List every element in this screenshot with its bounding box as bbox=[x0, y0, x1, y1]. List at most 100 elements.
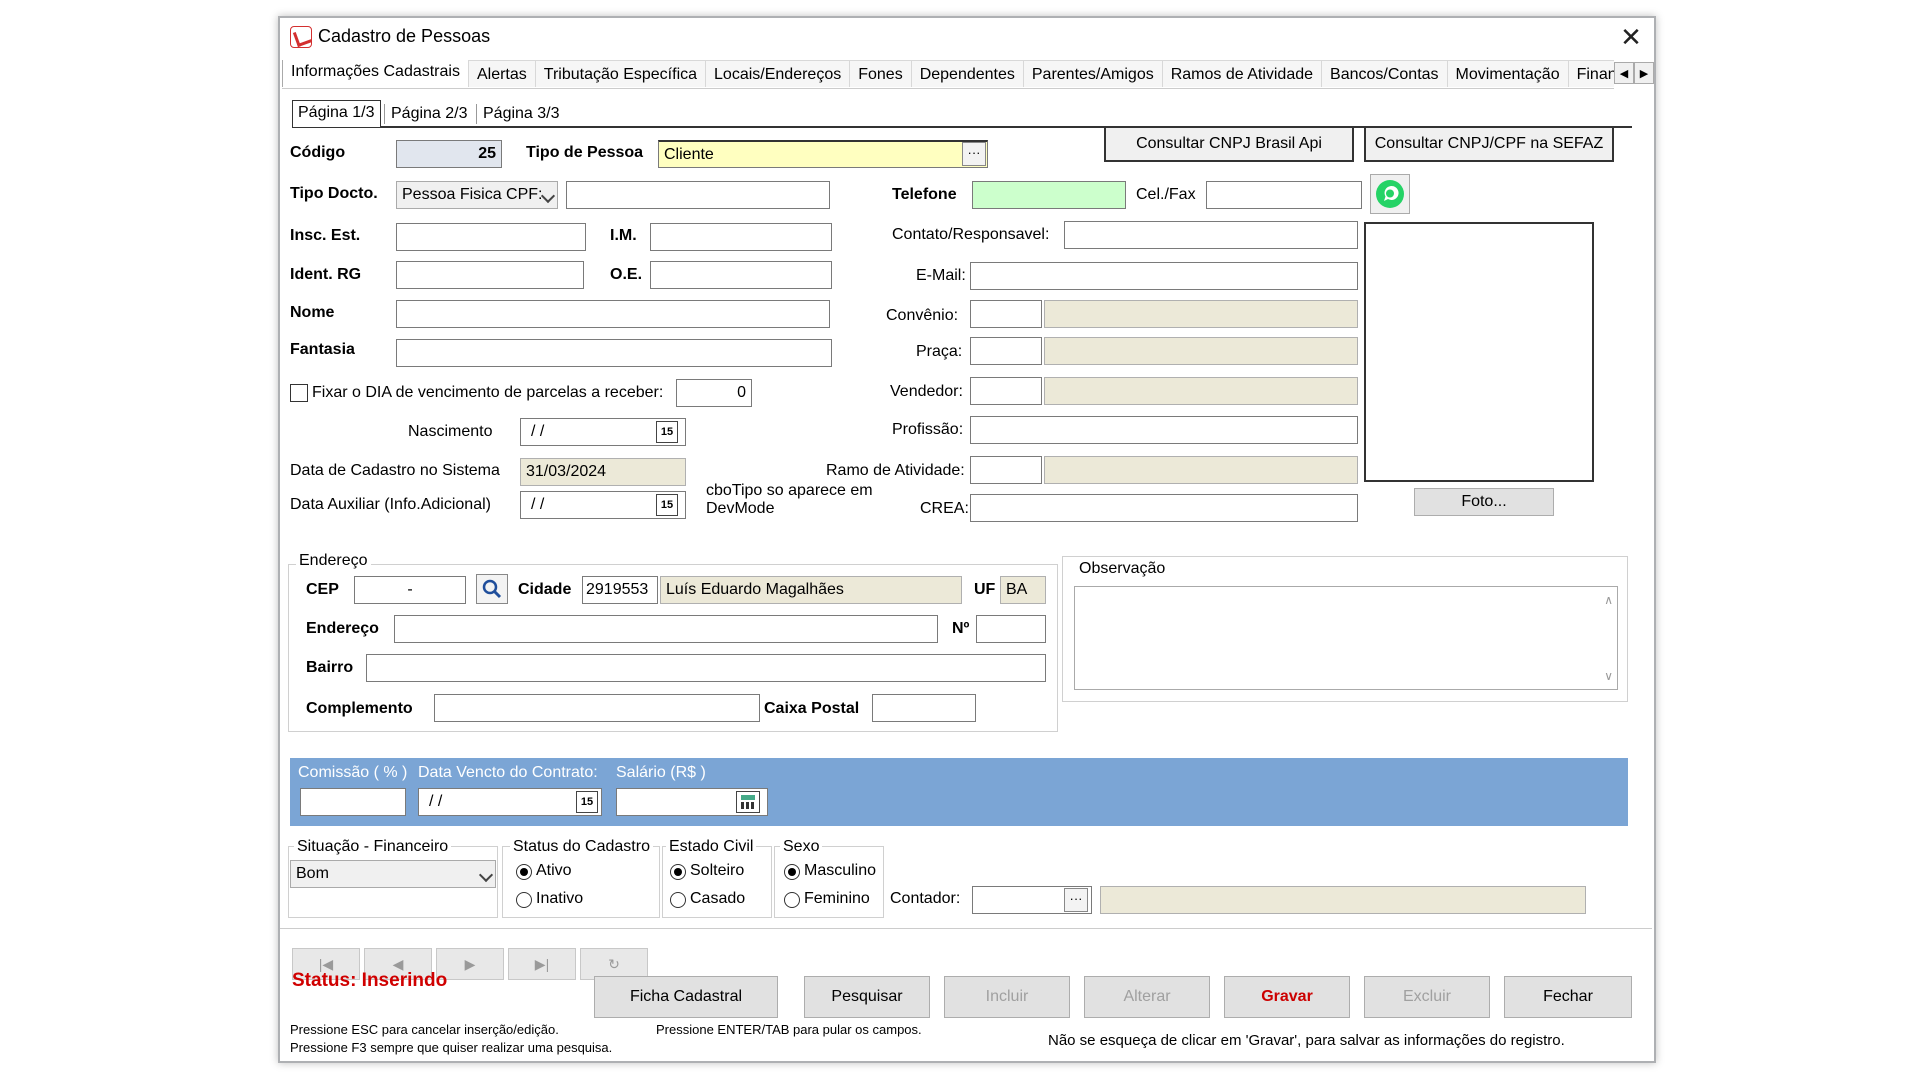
ficha-cadastral-button[interactable]: Ficha Cadastral bbox=[594, 976, 778, 1018]
caixa-postal-field[interactable] bbox=[872, 694, 976, 722]
fixar-dia-checkbox[interactable] bbox=[290, 384, 308, 402]
tab-scroll-left-icon[interactable]: ◀ bbox=[1614, 62, 1634, 84]
pesquisar-button[interactable]: Pesquisar bbox=[804, 976, 930, 1018]
contador-lookup-button[interactable]: ··· bbox=[1064, 888, 1088, 912]
im-field[interactable] bbox=[650, 223, 832, 251]
fantasia-field[interactable] bbox=[396, 339, 832, 367]
data-vencto-field[interactable]: / / bbox=[418, 788, 602, 816]
profissao-field[interactable] bbox=[970, 416, 1358, 444]
documento-field[interactable] bbox=[566, 181, 830, 209]
ativo-label: Ativo bbox=[536, 862, 572, 879]
close-button[interactable]: ✕ bbox=[1614, 20, 1648, 54]
status-text: Status: Inserindo bbox=[292, 970, 448, 991]
foto-frame bbox=[1364, 222, 1594, 482]
cidade-code-field[interactable]: 2919553 bbox=[582, 576, 658, 604]
tab-movimentacao[interactable]: Movimentação bbox=[1446, 60, 1569, 87]
inativo-radio[interactable] bbox=[516, 892, 532, 908]
tipo-pessoa-lookup-button[interactable]: ··· bbox=[962, 142, 986, 166]
ramo-code-field[interactable] bbox=[970, 456, 1042, 484]
tab-parentes[interactable]: Parentes/Amigos bbox=[1022, 60, 1163, 87]
email-label: E-Mail: bbox=[916, 267, 966, 284]
vendedor-code-field[interactable] bbox=[970, 377, 1042, 405]
comissao-field[interactable] bbox=[300, 788, 406, 816]
tab-bancos[interactable]: Bancos/Contas bbox=[1321, 60, 1448, 87]
codigo-field[interactable]: 25 bbox=[396, 140, 502, 168]
fechar-button[interactable]: Fechar bbox=[1504, 976, 1632, 1018]
calendar-icon[interactable]: 15 bbox=[576, 791, 598, 813]
telefone-field[interactable] bbox=[972, 181, 1126, 209]
tab-ramos[interactable]: Ramos de Atividade bbox=[1161, 60, 1323, 87]
last-record-button[interactable]: ▶| bbox=[508, 948, 576, 980]
consultar-cnpj-api-button[interactable]: Consultar CNPJ Brasil Api bbox=[1104, 126, 1354, 162]
cep-field[interactable]: - bbox=[354, 576, 466, 604]
subtab-pagina-3[interactable]: Página 3/3 bbox=[478, 102, 565, 126]
calculator-icon[interactable] bbox=[736, 791, 760, 813]
whatsapp-button[interactable] bbox=[1370, 174, 1410, 214]
nome-field[interactable] bbox=[396, 300, 830, 328]
calendar-icon[interactable]: 15 bbox=[656, 421, 678, 443]
situacao-value: Bom bbox=[296, 865, 329, 882]
endereco-field[interactable] bbox=[394, 615, 938, 643]
subtab-pagina-1[interactable]: Página 1/3 bbox=[292, 100, 381, 127]
gravar-button[interactable]: Gravar bbox=[1224, 976, 1350, 1018]
fixar-dia-field[interactable]: 0 bbox=[676, 379, 752, 407]
tab-tributacao[interactable]: Tributação Específica bbox=[534, 60, 707, 87]
ident-rg-field[interactable] bbox=[396, 261, 584, 289]
tab-fones[interactable]: Fones bbox=[849, 60, 912, 87]
tab-locais[interactable]: Locais/Endereços bbox=[705, 60, 851, 87]
tab-scroll-right-icon[interactable]: ▶ bbox=[1634, 62, 1654, 84]
tab-alertas[interactable]: Alertas bbox=[467, 60, 536, 87]
excluir-button[interactable]: Excluir bbox=[1364, 976, 1490, 1018]
foto-button[interactable]: Foto... bbox=[1414, 488, 1554, 516]
bairro-field[interactable] bbox=[366, 654, 1046, 682]
tipo-docto-select[interactable]: Pessoa Fisica CPF: bbox=[396, 181, 558, 209]
alterar-button[interactable]: Alterar bbox=[1084, 976, 1210, 1018]
oe-label: O.E. bbox=[610, 266, 643, 283]
contato-field[interactable] bbox=[1064, 221, 1358, 249]
tipo-pessoa-label: Tipo de Pessoa bbox=[526, 144, 644, 161]
convenio-code-field[interactable] bbox=[970, 300, 1042, 328]
data-cadastro-field: 31/03/2024 bbox=[520, 458, 686, 486]
solteiro-label: Solteiro bbox=[690, 862, 745, 879]
calculator-display bbox=[741, 795, 755, 800]
scroll-up-icon[interactable]: ∧ bbox=[1604, 593, 1613, 607]
crea-field[interactable] bbox=[970, 494, 1358, 522]
casado-radio[interactable] bbox=[670, 892, 686, 908]
insc-est-field[interactable] bbox=[396, 223, 586, 251]
estado-civil-label: Estado Civil bbox=[666, 838, 757, 856]
search-icon bbox=[482, 579, 502, 599]
tab-dependentes[interactable]: Dependentes bbox=[910, 60, 1024, 87]
solteiro-radio[interactable] bbox=[670, 864, 686, 880]
cep-search-button[interactable] bbox=[476, 574, 508, 604]
praca-code-field[interactable] bbox=[970, 337, 1042, 365]
title-bar: Cadastro de Pessoas ✕ bbox=[280, 18, 1654, 56]
consultar-cnpj-sefaz-button[interactable]: Consultar CNPJ/CPF na SEFAZ bbox=[1364, 126, 1614, 162]
ativo-radio[interactable] bbox=[516, 864, 532, 880]
vendedor-label: Vendedor: bbox=[890, 383, 963, 400]
main-tabs: Informações Cadastrais Alertas Tributação … bbox=[282, 60, 1614, 89]
masculino-radio[interactable] bbox=[784, 864, 800, 880]
bairro-label: Bairro bbox=[306, 659, 354, 676]
divider bbox=[280, 928, 1652, 929]
praca-label: Praça: bbox=[916, 343, 963, 360]
oe-field[interactable] bbox=[650, 261, 832, 289]
casado-label: Casado bbox=[690, 890, 746, 907]
email-field[interactable] bbox=[970, 262, 1358, 290]
subtab-separator bbox=[476, 104, 477, 124]
numero-field[interactable] bbox=[976, 615, 1046, 643]
celfax-field[interactable] bbox=[1206, 181, 1362, 209]
scroll-down-icon[interactable]: ∨ bbox=[1604, 669, 1613, 683]
tab-informacoes[interactable]: Informações Cadastrais bbox=[282, 60, 469, 87]
contato-label: Contato/Responsavel: bbox=[892, 226, 1050, 243]
tab-financeiro[interactable]: Finan bbox=[1567, 60, 1614, 87]
situacao-select[interactable]: Bom bbox=[290, 860, 496, 888]
observacao-textarea[interactable]: ∧ ∨ bbox=[1074, 586, 1618, 690]
incluir-button[interactable]: Incluir bbox=[944, 976, 1070, 1018]
feminino-radio[interactable] bbox=[784, 892, 800, 908]
complemento-field[interactable] bbox=[434, 694, 760, 722]
comissao-label: Comissão ( % ) bbox=[298, 764, 408, 781]
calendar-icon[interactable]: 15 bbox=[656, 494, 678, 516]
subtab-pagina-2[interactable]: Página 2/3 bbox=[386, 102, 473, 126]
caixa-postal-label: Caixa Postal bbox=[764, 700, 860, 717]
tipo-pessoa-field[interactable]: Cliente bbox=[658, 140, 988, 168]
